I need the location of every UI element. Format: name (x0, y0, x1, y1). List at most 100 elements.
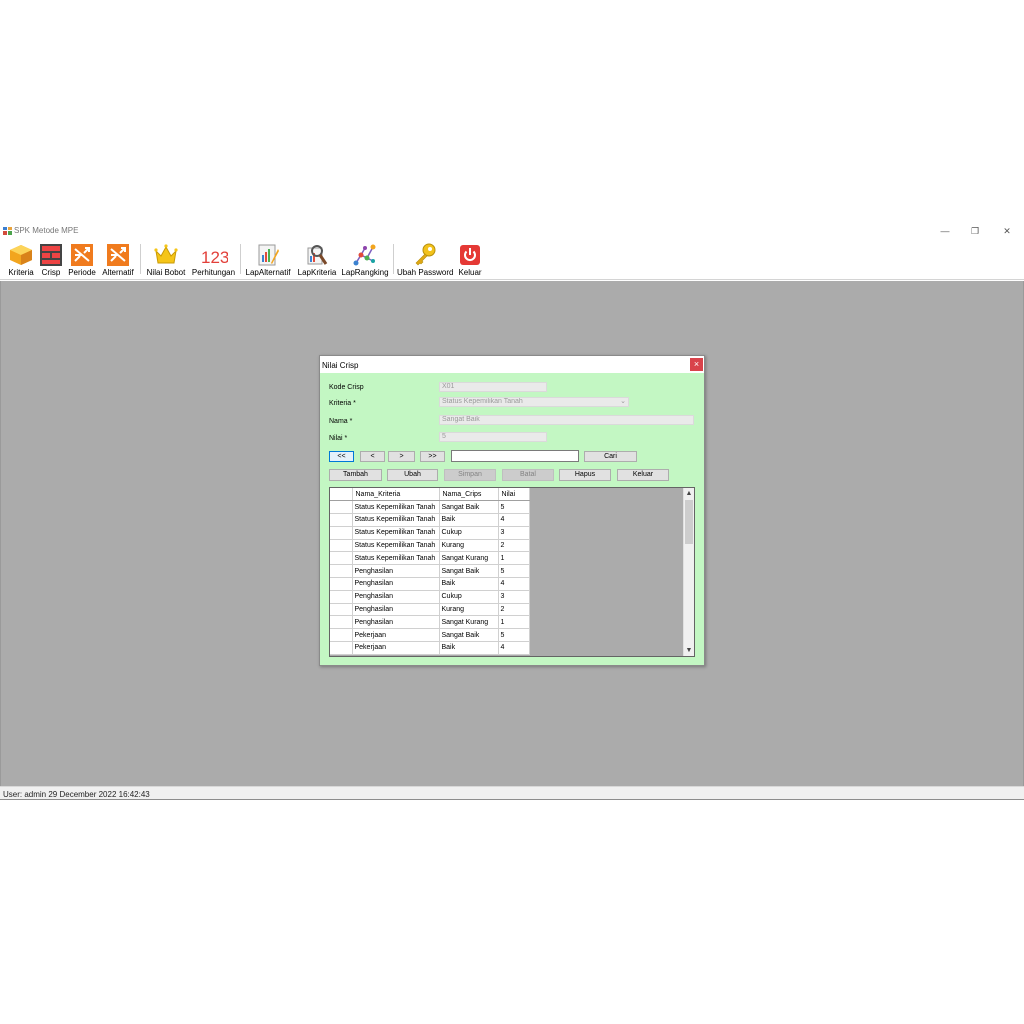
first-record-button[interactable]: << (329, 451, 354, 462)
toolbar-alternatif[interactable]: Alternatif (100, 242, 136, 278)
cell-nilai[interactable]: 2 (498, 539, 530, 553)
table-row[interactable]: Penghasilan Sangat Baik 5 (330, 564, 530, 579)
keluar-button[interactable]: Keluar (617, 469, 669, 481)
restore-button[interactable]: ❐ (968, 225, 982, 237)
scroll-thumb[interactable] (685, 500, 693, 544)
toolbar-keluar[interactable]: Keluar (457, 242, 483, 278)
table-row[interactable]: Penghasilan Baik 4 (330, 577, 530, 591)
minimize-button[interactable]: — (938, 225, 952, 237)
row-header[interactable] (330, 615, 353, 630)
hapus-button[interactable]: Hapus (559, 469, 611, 481)
toolbar-lapalternatif[interactable]: LapAlternatif (243, 242, 293, 278)
cari-button[interactable]: Cari (584, 451, 637, 462)
cell-nama-crips[interactable]: Sangat Baik (439, 500, 499, 515)
last-record-button[interactable]: >> (420, 451, 445, 462)
cell-nama-kriteria[interactable]: Penghasilan (352, 615, 440, 630)
cell-nama-crips[interactable]: Sangat Kurang (439, 615, 499, 630)
cell-nilai[interactable]: 3 (498, 526, 530, 540)
cell-nama-crips[interactable]: Kurang (439, 539, 499, 553)
cell-nama-crips[interactable]: Sangat Baik (439, 564, 499, 579)
ubah-button[interactable]: Ubah (387, 469, 438, 481)
table-row[interactable]: Status Kepemilikan Tanah Kurang 2 (330, 539, 530, 553)
cell-nama-kriteria[interactable]: Penghasilan (352, 590, 440, 604)
cell-nama-crips[interactable]: Baik (439, 577, 499, 591)
nama-field[interactable]: Sangat Baik (439, 415, 694, 425)
column-header-nilai[interactable]: Nilai (498, 488, 530, 502)
toolbar-crisp[interactable]: Crisp (39, 242, 63, 278)
cell-nama-crips[interactable]: Baik (439, 641, 499, 655)
cell-nama-kriteria[interactable]: Penghasilan (352, 564, 440, 579)
row-header[interactable] (330, 564, 353, 579)
row-header[interactable] (330, 628, 353, 643)
cell-nilai[interactable]: 4 (498, 641, 530, 655)
table-row[interactable]: Penghasilan Cukup 3 (330, 590, 530, 604)
cell-nama-crips[interactable]: Cukup (439, 526, 499, 540)
row-header[interactable] (330, 577, 353, 591)
cell-nilai[interactable]: 1 (498, 551, 530, 566)
cell-nama-crips[interactable]: Sangat Kurang (439, 551, 499, 566)
table-row[interactable]: Pekerjaan Sangat Baik 5 (330, 628, 530, 643)
toolbar-lapkriteria[interactable]: LapKriteria (296, 242, 338, 278)
prev-record-button[interactable]: < (360, 451, 385, 462)
row-header[interactable] (330, 590, 353, 604)
cell-nama-crips[interactable]: Sangat Baik (439, 628, 499, 643)
toolbar-kriteria[interactable]: Kriteria (4, 242, 38, 278)
row-header[interactable] (330, 526, 353, 540)
simpan-button[interactable]: Simpan (444, 469, 496, 481)
cell-nilai[interactable]: 1 (498, 615, 530, 630)
cell-nama-kriteria[interactable]: Status Kepemilikan Tanah (352, 513, 440, 527)
cell-nilai[interactable]: 4 (498, 577, 530, 591)
table-row[interactable]: Status Kepemilikan Tanah Sangat Baik 5 (330, 500, 530, 515)
row-header[interactable] (330, 513, 353, 527)
cell-nama-kriteria[interactable]: Status Kepemilikan Tanah (352, 500, 440, 515)
cell-nilai[interactable]: 5 (498, 628, 530, 643)
batal-button[interactable]: Batal (502, 469, 554, 481)
cell-nama-kriteria[interactable]: Penghasilan (352, 603, 440, 617)
column-header-nama-kriteria[interactable]: Nama_Kriteria (352, 488, 440, 502)
toolbar-nilai-bobot[interactable]: Nilai Bobot (144, 242, 188, 278)
close-window-button[interactable]: ✕ (1000, 225, 1014, 237)
row-header[interactable] (330, 539, 353, 553)
cell-nama-kriteria[interactable]: Status Kepemilikan Tanah (352, 551, 440, 566)
cell-nama-kriteria[interactable]: Pekerjaan (352, 641, 440, 655)
table-row[interactable]: Status Kepemilikan Tanah Sangat Kurang 1 (330, 551, 530, 566)
kode-crisp-field[interactable]: X01 (439, 382, 547, 392)
cell-nama-kriteria[interactable]: Status Kepemilikan Tanah (352, 526, 440, 540)
scroll-up-icon[interactable]: ▲ (684, 488, 694, 499)
toolbar-periode[interactable]: Periode (66, 242, 98, 278)
scroll-down-icon[interactable]: ▼ (684, 645, 694, 656)
search-input[interactable] (451, 450, 579, 462)
cell-nama-kriteria[interactable]: Pekerjaan (352, 628, 440, 643)
table-row[interactable]: Status Kepemilikan Tanah Cukup 3 (330, 526, 530, 540)
tambah-button[interactable]: Tambah (329, 469, 382, 481)
table-row[interactable]: Pekerjaan Baik 4 (330, 641, 530, 655)
cell-nama-crips[interactable]: Baik (439, 513, 499, 527)
cell-nilai[interactable]: 2 (498, 603, 530, 617)
cell-nama-kriteria[interactable]: Penghasilan (352, 577, 440, 591)
cell-nilai[interactable]: 5 (498, 564, 530, 579)
table-row[interactable]: Status Kepemilikan Tanah Baik 4 (330, 513, 530, 527)
cell-nama-kriteria[interactable]: Status Kepemilikan Tanah (352, 539, 440, 553)
toolbar-laprangking[interactable]: LapRangking (341, 242, 389, 278)
column-header-nama-crips[interactable]: Nama_Crips (439, 488, 499, 502)
cell-nama-crips[interactable]: Kurang (439, 603, 499, 617)
row-header[interactable] (330, 551, 353, 566)
dialog-close-button[interactable]: × (690, 358, 703, 371)
next-record-button[interactable]: > (388, 451, 415, 462)
cell-nama-crips[interactable]: Cukup (439, 590, 499, 604)
vertical-scrollbar[interactable]: ▲ ▼ (683, 488, 694, 656)
row-header[interactable] (330, 641, 353, 655)
table-row[interactable]: Penghasilan Kurang 2 (330, 603, 530, 617)
nilai-field[interactable]: 5 (439, 432, 547, 442)
kriteria-select[interactable]: Status Kepemilikan Tanah ⌄ (439, 397, 629, 407)
toolbar-perhitungan[interactable]: 123 Perhitungan (191, 242, 236, 278)
crisp-data-grid[interactable]: Nama_Kriteria Nama_Crips Nilai Status Ke… (329, 487, 695, 657)
cell-nilai[interactable]: 3 (498, 590, 530, 604)
cell-nilai[interactable]: 4 (498, 513, 530, 527)
row-header[interactable] (330, 500, 353, 515)
table-row[interactable]: Penghasilan Sangat Kurang 1 (330, 615, 530, 630)
kriteria-label: Kriteria * (329, 400, 356, 407)
toolbar-ubah-password[interactable]: Ubah Password (397, 242, 453, 278)
row-header[interactable] (330, 603, 353, 617)
cell-nilai[interactable]: 5 (498, 500, 530, 515)
